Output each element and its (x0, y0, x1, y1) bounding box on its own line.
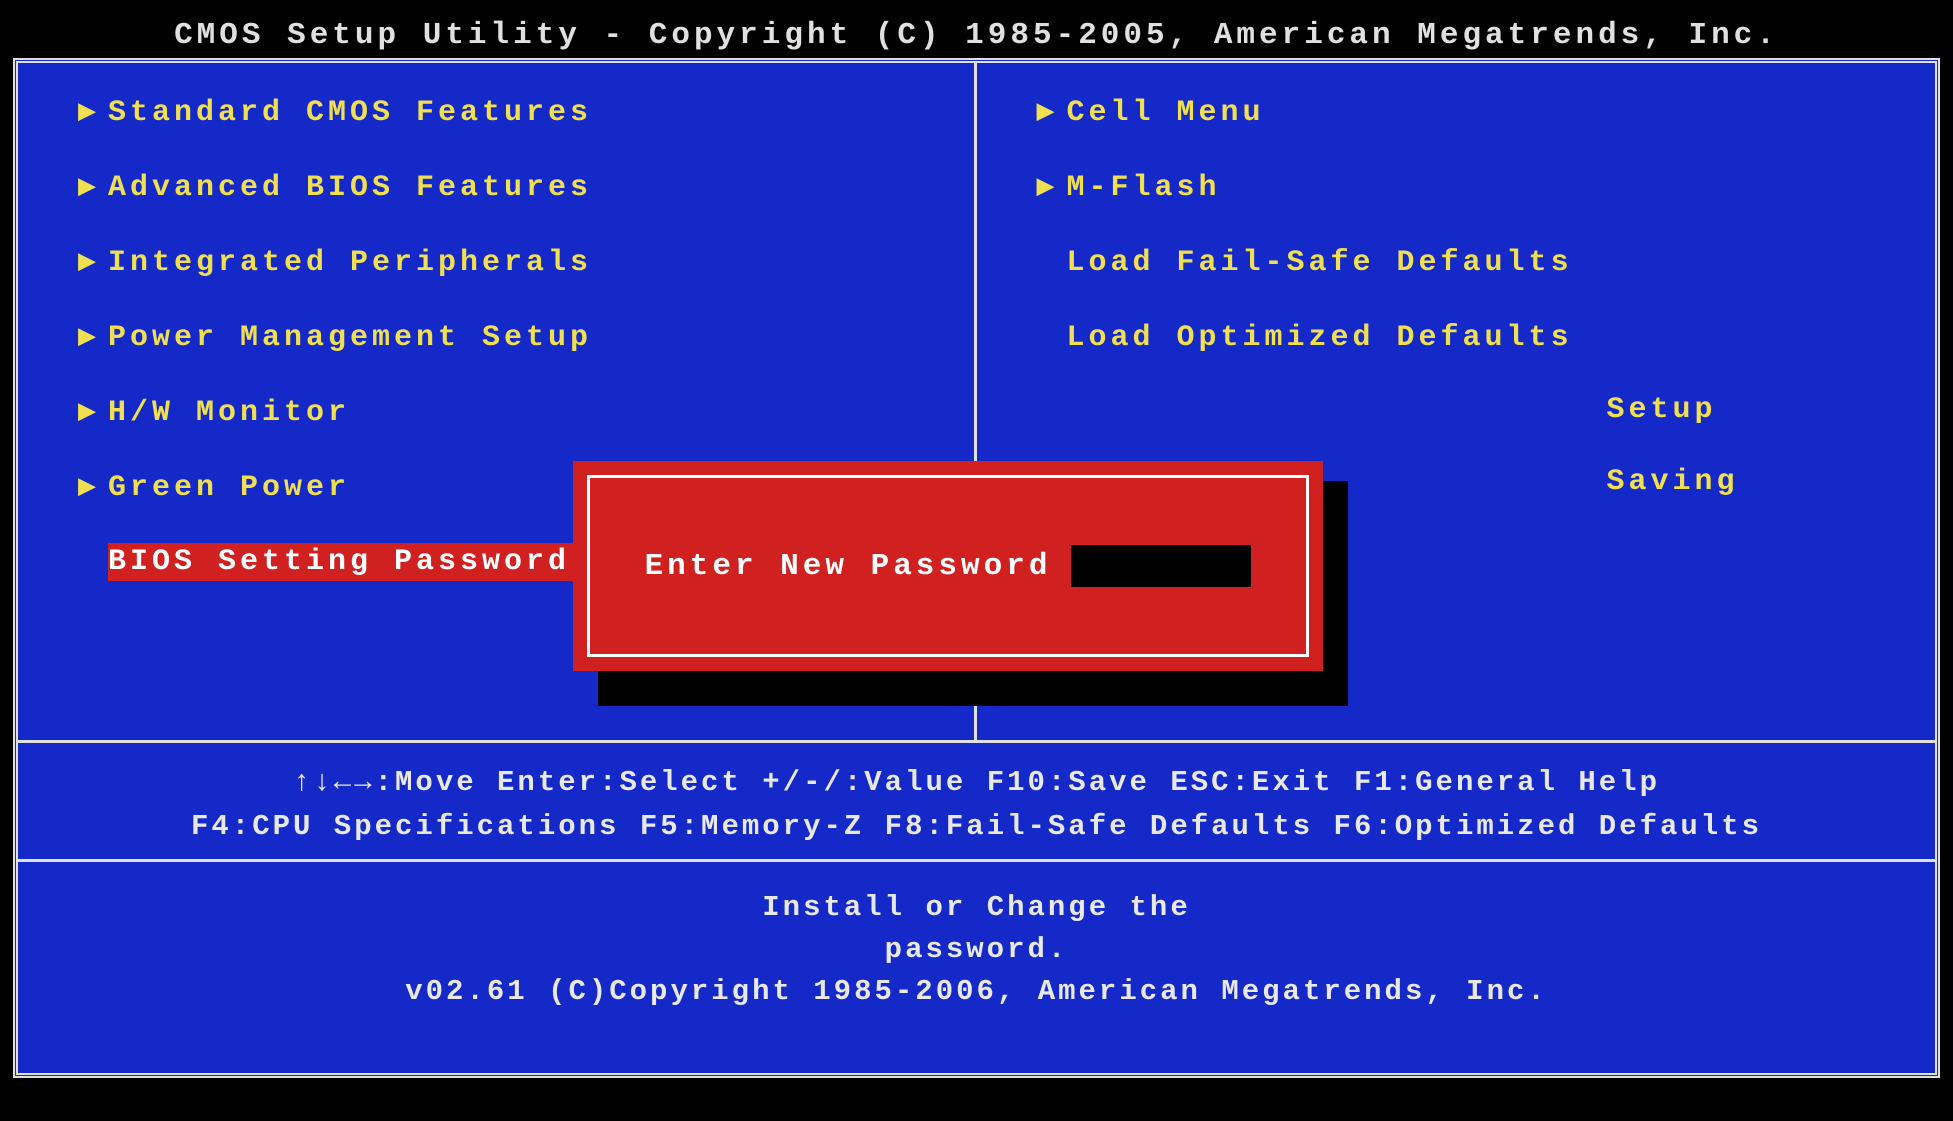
status-line-2: password. (28, 929, 1925, 971)
triangle-icon: ▶ (78, 168, 108, 205)
password-dialog-inner: Enter New Password (587, 475, 1309, 657)
triangle-icon: ▶ (78, 93, 108, 130)
menu-label: Power Management Setup (108, 321, 592, 355)
password-dialog: Enter New Password (573, 461, 1323, 671)
menu-setup-partial[interactable]: Setup (1037, 393, 1916, 427)
help-bar: ↑↓←→:Move Enter:Select +/-/:Value F10:Sa… (18, 743, 1935, 862)
menu-label: Saving (1607, 465, 1739, 499)
menu-label: Advanced BIOS Features (108, 171, 592, 205)
status-line-1: Install or Change the (28, 887, 1925, 929)
menu-advanced-bios[interactable]: ▶Advanced BIOS Features (78, 168, 954, 205)
menu-label: Load Optimized Defaults (1067, 321, 1573, 355)
bios-screen: CMOS Setup Utility - Copyright (C) 1985-… (8, 8, 1945, 1113)
menu-power-management[interactable]: ▶Power Management Setup (78, 318, 954, 355)
help-line-1: ↑↓←→:Move Enter:Select +/-/:Value F10:Sa… (28, 761, 1925, 805)
menu-label: Green Power (108, 471, 350, 505)
triangle-icon: ▶ (78, 243, 108, 280)
menu-cell-menu[interactable]: ▶Cell Menu (1037, 93, 1916, 130)
triangle-icon: ▶ (78, 468, 108, 505)
triangle-icon: ▶ (1037, 93, 1067, 130)
password-label: Enter New Password (645, 549, 1052, 584)
page-title: CMOS Setup Utility - Copyright (C) 1985-… (8, 8, 1945, 58)
menu-label: BIOS Setting Password (108, 545, 570, 579)
help-line-2: F4:CPU Specifications F5:Memory-Z F8:Fai… (28, 805, 1925, 849)
menu-label: Load Fail-Safe Defaults (1067, 246, 1573, 280)
menu-label: Standard CMOS Features (108, 96, 592, 130)
menu-label: H/W Monitor (108, 396, 350, 430)
menu-load-failsafe[interactable]: ▶Load Fail-Safe Defaults (1037, 243, 1916, 280)
menu-label: M-Flash (1067, 171, 1221, 205)
menu-m-flash[interactable]: ▶M-Flash (1037, 168, 1916, 205)
menu-hw-monitor[interactable]: ▶H/W Monitor (78, 393, 954, 430)
menu-integrated-peripherals[interactable]: ▶Integrated Peripherals (78, 243, 954, 280)
status-line-3: v02.61 (C)Copyright 1985-2006, American … (28, 971, 1925, 1013)
menu-load-optimized[interactable]: ▶Load Optimized Defaults (1037, 318, 1916, 355)
triangle-icon: ▶ (78, 318, 108, 355)
menu-label: Cell Menu (1067, 96, 1265, 130)
menu-label: Setup (1607, 393, 1717, 427)
bios-main-box: ▶Standard CMOS Features ▶Advanced BIOS F… (13, 58, 1940, 1078)
menu-bios-password[interactable]: BIOS Setting Password (108, 543, 574, 581)
password-input[interactable] (1071, 545, 1251, 587)
triangle-icon: ▶ (1037, 168, 1067, 205)
triangle-icon: ▶ (78, 393, 108, 430)
menu-label: Integrated Peripherals (108, 246, 592, 280)
menu-standard-cmos[interactable]: ▶Standard CMOS Features (78, 93, 954, 130)
status-bar: Install or Change the password. v02.61 (… (18, 862, 1935, 1023)
